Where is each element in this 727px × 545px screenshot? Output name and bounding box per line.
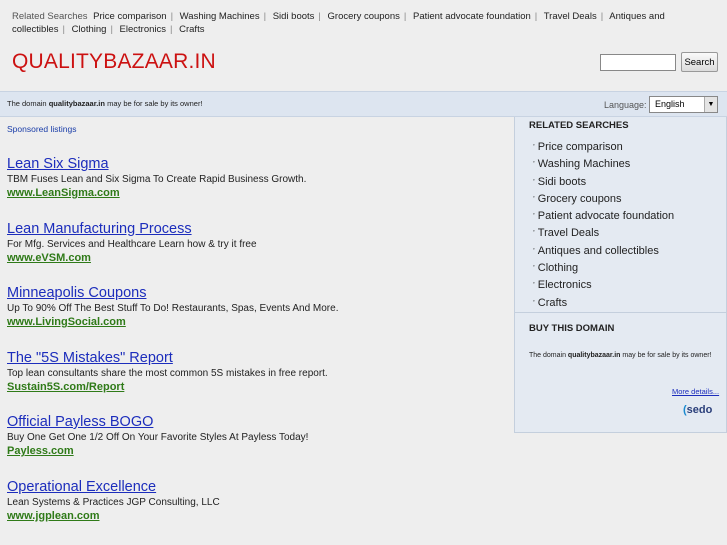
related-search-label[interactable]: Travel Deals bbox=[538, 227, 599, 239]
related-search-item[interactable]: ’ Price comparison bbox=[533, 139, 674, 156]
related-searches-bar: Related Searches Price comparison | Washi… bbox=[12, 10, 717, 36]
separator: | bbox=[534, 11, 538, 22]
more-details-link[interactable]: More details... bbox=[672, 387, 719, 396]
ad-title-link[interactable]: Lean Manufacturing Process bbox=[7, 220, 502, 238]
ad-url-link[interactable]: www.jgplean.com bbox=[7, 509, 502, 524]
site-logo[interactable]: QUALITYBAZAAR.IN bbox=[12, 50, 216, 74]
separator: | bbox=[62, 24, 65, 35]
related-search-item[interactable]: ’ Sidi boots bbox=[533, 174, 674, 191]
ad-description: Lean Systems & Practices JGP Consulting,… bbox=[7, 497, 220, 508]
related-search-label[interactable]: Antiques and collectibles bbox=[538, 245, 659, 257]
related-search-label[interactable]: Electronics bbox=[538, 279, 592, 291]
related-search-label[interactable]: Grocery coupons bbox=[538, 193, 622, 205]
related-search-item[interactable]: ’ Clothing bbox=[533, 260, 674, 277]
notice-prefix: The domain bbox=[7, 99, 49, 108]
bullet-icon: ’ bbox=[533, 264, 535, 274]
separator: | bbox=[318, 11, 321, 22]
related-search-label[interactable]: Crafts bbox=[538, 297, 567, 309]
ad-title-link[interactable]: Minneapolis Coupons bbox=[7, 284, 502, 302]
bullet-icon: ’ bbox=[533, 177, 535, 187]
top-link-grocery-coupons[interactable]: Grocery coupons bbox=[328, 11, 400, 22]
ad-url-link[interactable]: Sustain5S.com/Report bbox=[7, 380, 502, 395]
related-search-label[interactable]: Price comparison bbox=[538, 141, 623, 153]
bullet-icon: ’ bbox=[533, 281, 535, 291]
sponsored-listings-label: Sponsored listings bbox=[7, 124, 77, 134]
related-search-item[interactable]: ’ Antiques and collectibles bbox=[533, 243, 674, 260]
language-selected-value: English bbox=[655, 99, 685, 109]
separator: | bbox=[170, 11, 174, 22]
separator: | bbox=[170, 24, 173, 35]
ad-description: Buy One Get One 1/2 Off On Your Favorite… bbox=[7, 432, 309, 443]
domain-notice-band: The domain qualitybazaar.in may be for s… bbox=[0, 91, 727, 117]
buy-prefix: The domain bbox=[529, 352, 568, 359]
notice-suffix: may be for sale by its owner! bbox=[104, 99, 203, 108]
sidebar-divider bbox=[515, 312, 726, 313]
notice-domain: qualitybazaar.in bbox=[48, 99, 105, 108]
related-searches-list: ’ Price comparison ’ Washing Machines ’ Sid… bbox=[533, 139, 674, 312]
ad-description: For Mfg. Services and Healthcare Learn h… bbox=[7, 239, 257, 250]
related-search-label[interactable]: Sidi boots bbox=[538, 176, 586, 188]
related-search-label[interactable]: Washing Machines bbox=[538, 158, 631, 170]
search-input[interactable] bbox=[600, 54, 676, 71]
buy-suffix: may be for sale by its owner! bbox=[620, 352, 712, 359]
related-search-item[interactable]: ’ Electronics bbox=[533, 277, 674, 294]
related-search-item[interactable]: ’ Crafts bbox=[533, 295, 674, 312]
top-link-sidi-boots[interactable]: Sidi boots bbox=[273, 11, 315, 22]
ad-description: TBM Fuses Lean and Six Sigma To Create R… bbox=[7, 174, 307, 185]
bullet-icon: ’ bbox=[533, 246, 535, 256]
ad-url-link[interactable]: Payless.com bbox=[7, 444, 502, 459]
ad-title-link[interactable]: Official Payless BOGO bbox=[7, 413, 502, 431]
buy-domain-name: qualitybazaar.in bbox=[567, 352, 621, 359]
ad-title-link[interactable]: The "5S Mistakes" Report bbox=[7, 349, 502, 367]
ad-url-link[interactable]: www.LivingSocial.com bbox=[7, 315, 502, 330]
top-link-price-comparison[interactable]: Price comparison bbox=[93, 11, 166, 22]
related-searches-label: Related Searches bbox=[12, 11, 88, 22]
ad-title-link[interactable]: Operational Excellence bbox=[7, 478, 502, 496]
top-link-patient-advocate-foundation[interactable]: Patient advocate foundation bbox=[413, 11, 531, 22]
ad-listing: The "5S Mistakes" Report Top lean consul… bbox=[7, 349, 502, 395]
related-search-label[interactable]: Clothing bbox=[538, 262, 578, 274]
ad-url-link[interactable]: www.eVSM.com bbox=[7, 251, 502, 266]
top-link-clothing[interactable]: Clothing bbox=[72, 24, 107, 35]
ad-listing: Official Payless BOGO Buy One Get One 1/… bbox=[7, 413, 502, 459]
separator: | bbox=[600, 11, 604, 22]
ad-listing: Lean Six Sigma TBM Fuses Lean and Six Si… bbox=[7, 155, 502, 201]
top-link-crafts[interactable]: Crafts bbox=[179, 24, 204, 35]
top-link-washing-machines[interactable]: Washing Machines bbox=[180, 11, 260, 22]
language-select[interactable]: English ▼ bbox=[649, 96, 718, 113]
buy-domain-heading: BUY THIS DOMAIN bbox=[529, 323, 615, 334]
sedo-logo[interactable]: (sedo bbox=[683, 404, 712, 416]
related-search-label[interactable]: Patient advocate foundation bbox=[538, 210, 674, 222]
top-link-electronics[interactable]: Electronics bbox=[120, 24, 166, 35]
top-link-travel-deals[interactable]: Travel Deals bbox=[544, 11, 597, 22]
bullet-icon: ’ bbox=[533, 298, 535, 308]
chevron-down-icon[interactable]: ▼ bbox=[704, 97, 717, 112]
related-search-item[interactable]: ’ Travel Deals bbox=[533, 225, 674, 242]
ad-description: Top lean consultants share the most comm… bbox=[7, 368, 328, 379]
bullet-icon: ’ bbox=[533, 143, 535, 152]
related-search-item[interactable]: ’ Patient advocate foundation bbox=[533, 208, 674, 225]
separator: | bbox=[263, 11, 267, 22]
sidebar: RELATED SEARCHES ’ Price comparison ’ Wash… bbox=[514, 117, 727, 433]
related-search-item[interactable]: ’ Washing Machines bbox=[533, 156, 674, 173]
search-button[interactable]: Search bbox=[681, 52, 718, 72]
bullet-icon: ’ bbox=[533, 194, 535, 204]
bullet-icon: ’ bbox=[533, 160, 535, 170]
related-searches-heading: RELATED SEARCHES bbox=[529, 120, 629, 131]
sedo-logo-text: sedo bbox=[686, 404, 713, 416]
separator: | bbox=[110, 24, 113, 35]
related-search-item[interactable]: ’ Grocery coupons bbox=[533, 191, 674, 208]
ad-listing: Operational Excellence Lean Systems & Pr… bbox=[7, 478, 502, 524]
domain-sale-notice: The domain qualitybazaar.in may be for s… bbox=[7, 99, 203, 108]
ad-listing: Minneapolis Coupons Up To 90% Off The Be… bbox=[7, 284, 502, 330]
ad-title-link[interactable]: Lean Six Sigma bbox=[7, 155, 502, 173]
ad-url-link[interactable]: www.LeanSigma.com bbox=[7, 186, 502, 201]
bullet-icon: ’ bbox=[533, 212, 535, 222]
bullet-icon: ’ bbox=[533, 229, 535, 239]
language-label: Language: bbox=[604, 100, 647, 110]
buy-domain-text: The domain qualitybazaar.in may be for s… bbox=[529, 351, 719, 361]
ad-description: Up To 90% Off The Best Stuff To Do! Rest… bbox=[7, 303, 339, 314]
ad-listing: Lean Manufacturing Process For Mfg. Serv… bbox=[7, 220, 502, 266]
separator: | bbox=[403, 11, 407, 22]
